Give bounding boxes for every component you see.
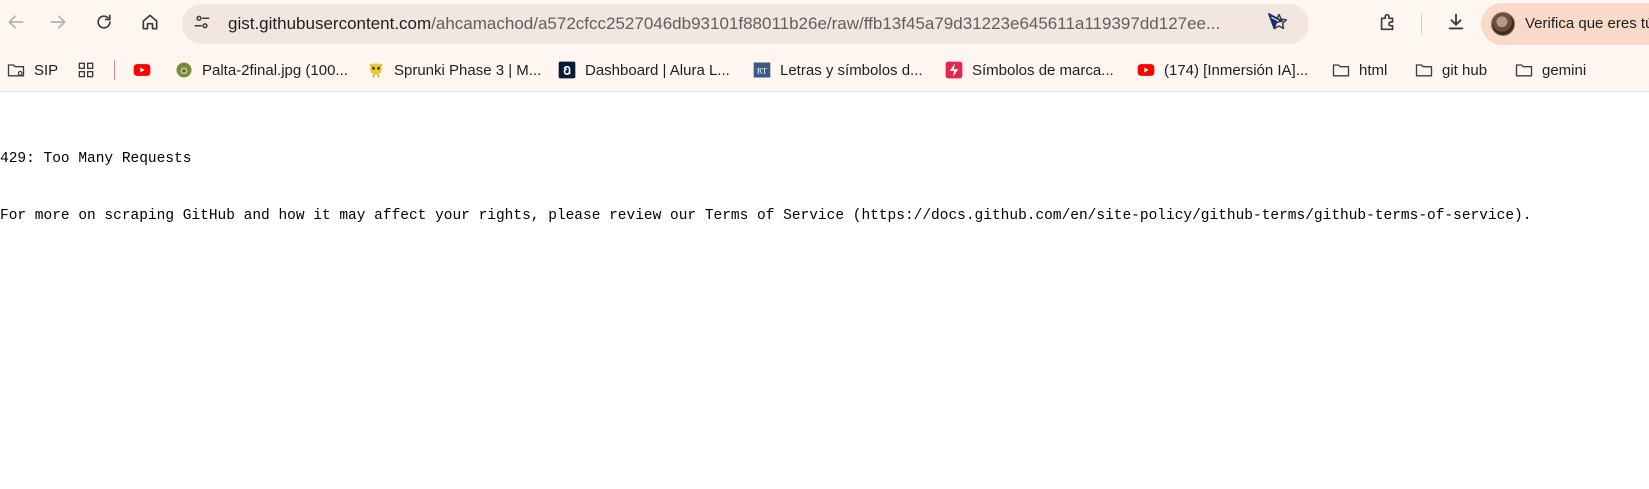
address-bar[interactable]: gist.githubusercontent.com/ahcamachod/a5… (182, 4, 1309, 44)
bookmark-sprunki[interactable]: Sprunki Phase 3 | M... (366, 58, 541, 82)
error-message: For more on scraping GitHub and how it m… (0, 208, 1532, 224)
page-content: 429: Too Many Requests For more on scrap… (0, 112, 1649, 245)
bookmark-folder-git-hub[interactable]: git hub (1414, 58, 1487, 82)
bookmark-label: Dashboard | Alura L... (585, 61, 730, 79)
bookmark-label: SIP (34, 61, 59, 79)
puzzle-icon (1377, 11, 1399, 38)
extensions-button[interactable] (1374, 10, 1402, 38)
avatar (1491, 12, 1515, 36)
bookmarks-divider (114, 60, 115, 80)
folder-icon (1514, 60, 1534, 80)
download-icon (1445, 11, 1467, 38)
bookmark-simbolos[interactable]: Símbolos de marca... (944, 58, 1114, 82)
home-icon (140, 12, 160, 37)
bookmark-folder-sip[interactable]: SIP (6, 58, 58, 82)
bookmark-folder-gemini[interactable]: gemini (1514, 58, 1586, 82)
reload-icon (94, 12, 114, 37)
url-text[interactable]: gist.githubusercontent.com/ahcamachod/a5… (228, 4, 1238, 44)
url-path: /ahcamachod/a572cfcc2527046db93101f88011… (431, 14, 1221, 33)
rt-favicon: RT (752, 60, 772, 80)
sprunki-favicon (366, 60, 386, 80)
bookmark-label: (174) [Inmersión IA]... (1164, 61, 1309, 79)
folder-icon (1414, 60, 1434, 80)
home-button[interactable] (134, 8, 166, 40)
bookmarks-bar: SIP Palta-2final.jpg (100... Sprunki Pha… (0, 48, 1649, 92)
youtube-icon (1136, 60, 1156, 80)
reload-button[interactable] (88, 8, 120, 40)
folder-settings-icon (6, 60, 26, 80)
bookmark-palta[interactable]: Palta-2final.jpg (100... (174, 58, 348, 82)
bookmark-label: gemini (1542, 61, 1587, 79)
arrow-right-icon (48, 12, 68, 37)
cursor-arrow-icon (1265, 11, 1287, 38)
youtube-icon (132, 60, 152, 80)
cursor-extension-button[interactable] (1262, 10, 1290, 38)
bookmark-label: Sprunki Phase 3 | M... (394, 61, 542, 79)
toolbar-divider (1421, 14, 1422, 34)
browser-toolbar: gist.githubusercontent.com/ahcamachod/a5… (0, 0, 1649, 48)
error-heading: 429: Too Many Requests (0, 151, 192, 167)
bookmark-label: Símbolos de marca... (972, 61, 1114, 79)
downloads-button[interactable] (1442, 10, 1470, 38)
bookmark-youtube[interactable] (132, 58, 160, 82)
bookmark-alura[interactable]: Dashboard | Alura L... (557, 58, 730, 82)
bookmark-label: html (1359, 61, 1388, 79)
back-button[interactable] (0, 8, 32, 40)
profile-status-text: Verifica que eres tú (1525, 15, 1649, 32)
flash-favicon (944, 60, 964, 80)
forward-button[interactable] (42, 8, 74, 40)
arrow-left-icon (6, 12, 26, 37)
palta-favicon (174, 60, 194, 80)
svg-text:RT: RT (757, 66, 767, 75)
bookmark-label: Letras y símbolos d... (780, 61, 923, 79)
bookmark-apps[interactable] (76, 58, 104, 82)
folder-icon (1331, 60, 1351, 80)
bookmark-label: Palta-2final.jpg (100... (202, 61, 348, 79)
apps-grid-icon (76, 60, 96, 80)
url-host: gist.githubusercontent.com (228, 14, 432, 33)
bookmark-inmersion-ia[interactable]: (174) [Inmersión IA]... (1136, 58, 1308, 82)
site-info-button[interactable] (188, 10, 216, 38)
tune-icon (193, 13, 211, 36)
bookmark-label: git hub (1442, 61, 1488, 79)
bookmark-folder-html[interactable]: html (1331, 58, 1387, 82)
bookmark-rt[interactable]: RT Letras y símbolos d... (752, 58, 923, 82)
alura-favicon (557, 60, 577, 80)
profile-button[interactable]: Verifica que eres tú (1481, 3, 1649, 45)
